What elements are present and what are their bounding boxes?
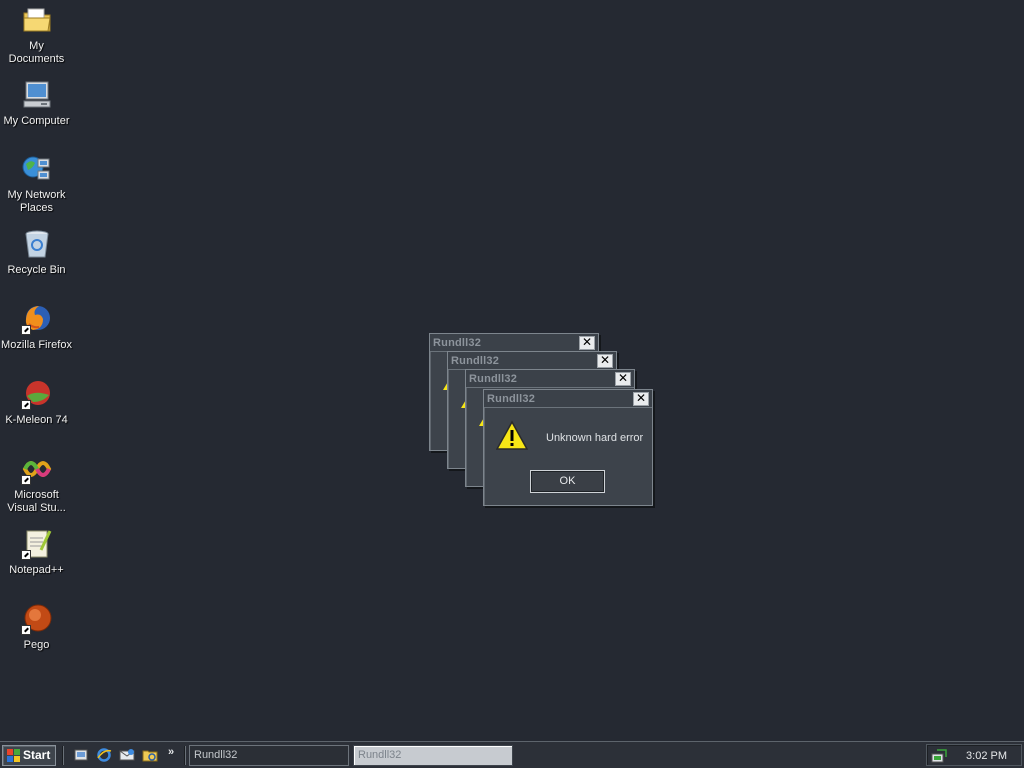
close-button[interactable]: ✕ bbox=[615, 372, 631, 386]
dialog-title: Rundll32 bbox=[433, 337, 482, 349]
dialog-title: Rundll32 bbox=[451, 355, 500, 367]
desktop-icon-visual-studio[interactable]: Microsoft Visual Stu... bbox=[0, 453, 73, 515]
windows-logo-icon bbox=[7, 749, 20, 762]
pego-icon bbox=[20, 603, 53, 635]
windows-explorer-icon[interactable] bbox=[142, 747, 158, 763]
taskbar-button-rundll32-active[interactable]: Rundll32 bbox=[353, 745, 513, 766]
close-button[interactable]: ✕ bbox=[579, 336, 595, 350]
ok-button[interactable]: OK bbox=[530, 470, 605, 493]
desktop-icon-notepad-plus-plus[interactable]: Notepad++ bbox=[0, 528, 73, 577]
desktop-icon-pego[interactable]: Pego bbox=[0, 603, 73, 652]
show-desktop-icon[interactable] bbox=[73, 747, 89, 763]
shortcut-arrow-icon bbox=[20, 400, 31, 410]
desktop-icon-mozilla-firefox[interactable]: Mozilla Firefox bbox=[0, 303, 73, 352]
k-meleon-icon bbox=[20, 378, 53, 410]
taskbar-separator bbox=[184, 746, 186, 765]
close-button[interactable]: ✕ bbox=[633, 392, 649, 406]
desktop-icon-recycle-bin[interactable]: Recycle Bin bbox=[0, 228, 73, 277]
close-button[interactable]: ✕ bbox=[597, 354, 613, 368]
dialog-title: Rundll32 bbox=[469, 373, 518, 385]
taskbar-button-label: Rundll32 bbox=[358, 749, 402, 761]
notepad-plus-plus-icon bbox=[20, 528, 53, 560]
desktop-icon-label: Pego bbox=[23, 639, 50, 651]
dialog-titlebar[interactable]: Rundll32 ✕ bbox=[430, 334, 598, 352]
desktop-icon-label: Mozilla Firefox bbox=[1, 339, 72, 351]
recycle-bin-icon bbox=[21, 228, 53, 260]
network-places-icon bbox=[21, 153, 53, 185]
desktop-icon-label: Microsoft Visual Stu... bbox=[7, 489, 66, 514]
taskbar: Start » Rundll32 Rundll32 3:02 PM bbox=[0, 741, 1024, 768]
shortcut-arrow-icon bbox=[20, 550, 31, 560]
desktop-icon-label: My Computer bbox=[3, 115, 70, 127]
start-button[interactable]: Start bbox=[2, 745, 56, 766]
taskbar-button-rundll32[interactable]: Rundll32 bbox=[189, 745, 349, 766]
desktop-icon-my-documents[interactable]: My Documents bbox=[0, 4, 73, 66]
desktop-icon-label: My Network Places bbox=[7, 189, 66, 214]
error-message: Unknown hard error bbox=[546, 432, 644, 444]
internet-explorer-icon[interactable] bbox=[96, 747, 112, 763]
shortcut-arrow-icon bbox=[20, 625, 31, 635]
taskbar-separator bbox=[62, 746, 64, 765]
start-label: Start bbox=[23, 748, 51, 762]
error-dialog-4[interactable]: Rundll32 ✕ Unknown hard error OK bbox=[483, 389, 653, 506]
dialog-titlebar[interactable]: Rundll32 ✕ bbox=[466, 370, 634, 388]
quick-launch-chevron[interactable]: » bbox=[168, 746, 174, 758]
clock[interactable]: 3:02 PM bbox=[966, 750, 1007, 762]
desktop-icon-my-network-places[interactable]: My Network Places bbox=[0, 153, 73, 215]
dialog-titlebar[interactable]: Rundll32 ✕ bbox=[448, 352, 616, 370]
outlook-express-icon[interactable] bbox=[119, 747, 135, 763]
network-tray-icon[interactable] bbox=[931, 748, 947, 764]
desktop-icon-k-meleon[interactable]: K-Meleon 74 bbox=[0, 378, 73, 427]
my-documents-folder-icon bbox=[21, 4, 53, 36]
desktop-icon-label: My Documents bbox=[8, 40, 65, 65]
shortcut-arrow-icon bbox=[20, 325, 31, 335]
taskbar-button-label: Rundll32 bbox=[194, 749, 238, 761]
desktop-icon-label: Recycle Bin bbox=[7, 264, 66, 276]
desktop-icon-my-computer[interactable]: My Computer bbox=[0, 79, 73, 128]
warning-icon bbox=[495, 420, 529, 455]
visual-studio-icon bbox=[20, 453, 53, 485]
system-tray: 3:02 PM bbox=[926, 744, 1022, 766]
desktop-icon-label: K-Meleon 74 bbox=[5, 414, 68, 426]
firefox-icon bbox=[20, 303, 53, 335]
dialog-title: Rundll32 bbox=[487, 393, 536, 405]
desktop-icon-label: Notepad++ bbox=[9, 564, 64, 576]
dialog-titlebar[interactable]: Rundll32 ✕ bbox=[484, 390, 652, 408]
my-computer-icon bbox=[21, 79, 53, 111]
shortcut-arrow-icon bbox=[20, 475, 31, 485]
